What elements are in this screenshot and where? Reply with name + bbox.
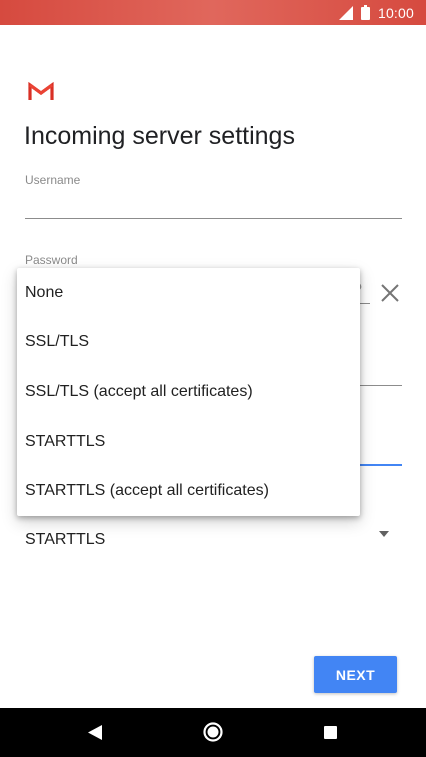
username-label: Username <box>25 173 81 187</box>
status-icons: 10:00 <box>338 4 414 21</box>
menu-item-ssl-tls[interactable]: SSL/TLS <box>17 318 360 368</box>
username-field[interactable] <box>25 218 402 219</box>
menu-item-none[interactable]: None <box>17 268 360 318</box>
server-field-line[interactable] <box>360 385 402 386</box>
chevron-down-icon[interactable] <box>379 531 389 537</box>
close-icon[interactable] <box>378 281 402 305</box>
port-field-line[interactable] <box>360 464 402 466</box>
navigation-bar <box>0 708 426 757</box>
password-label: Password <box>25 253 78 267</box>
page-title: Incoming server settings <box>24 122 295 150</box>
status-time: 10:00 <box>377 4 414 21</box>
next-button[interactable]: NEXT <box>314 656 397 693</box>
status-bar: 10:00 <box>0 0 426 25</box>
security-type-select[interactable]: STARTTLS <box>25 531 105 549</box>
battery-icon <box>360 5 370 20</box>
menu-item-starttls-accept-all[interactable]: STARTTLS (accept all certificates) <box>17 466 360 516</box>
menu-item-starttls[interactable]: STARTTLS <box>17 417 360 467</box>
security-type-dropdown: None SSL/TLS SSL/TLS (accept all certifi… <box>17 268 360 516</box>
menu-item-ssl-tls-accept-all[interactable]: SSL/TLS (accept all certificates) <box>17 367 360 417</box>
home-icon[interactable] <box>203 722 223 742</box>
recents-icon[interactable] <box>324 726 337 739</box>
signal-icon <box>338 5 353 20</box>
gmail-logo-icon <box>28 82 54 100</box>
back-icon[interactable] <box>88 725 102 740</box>
